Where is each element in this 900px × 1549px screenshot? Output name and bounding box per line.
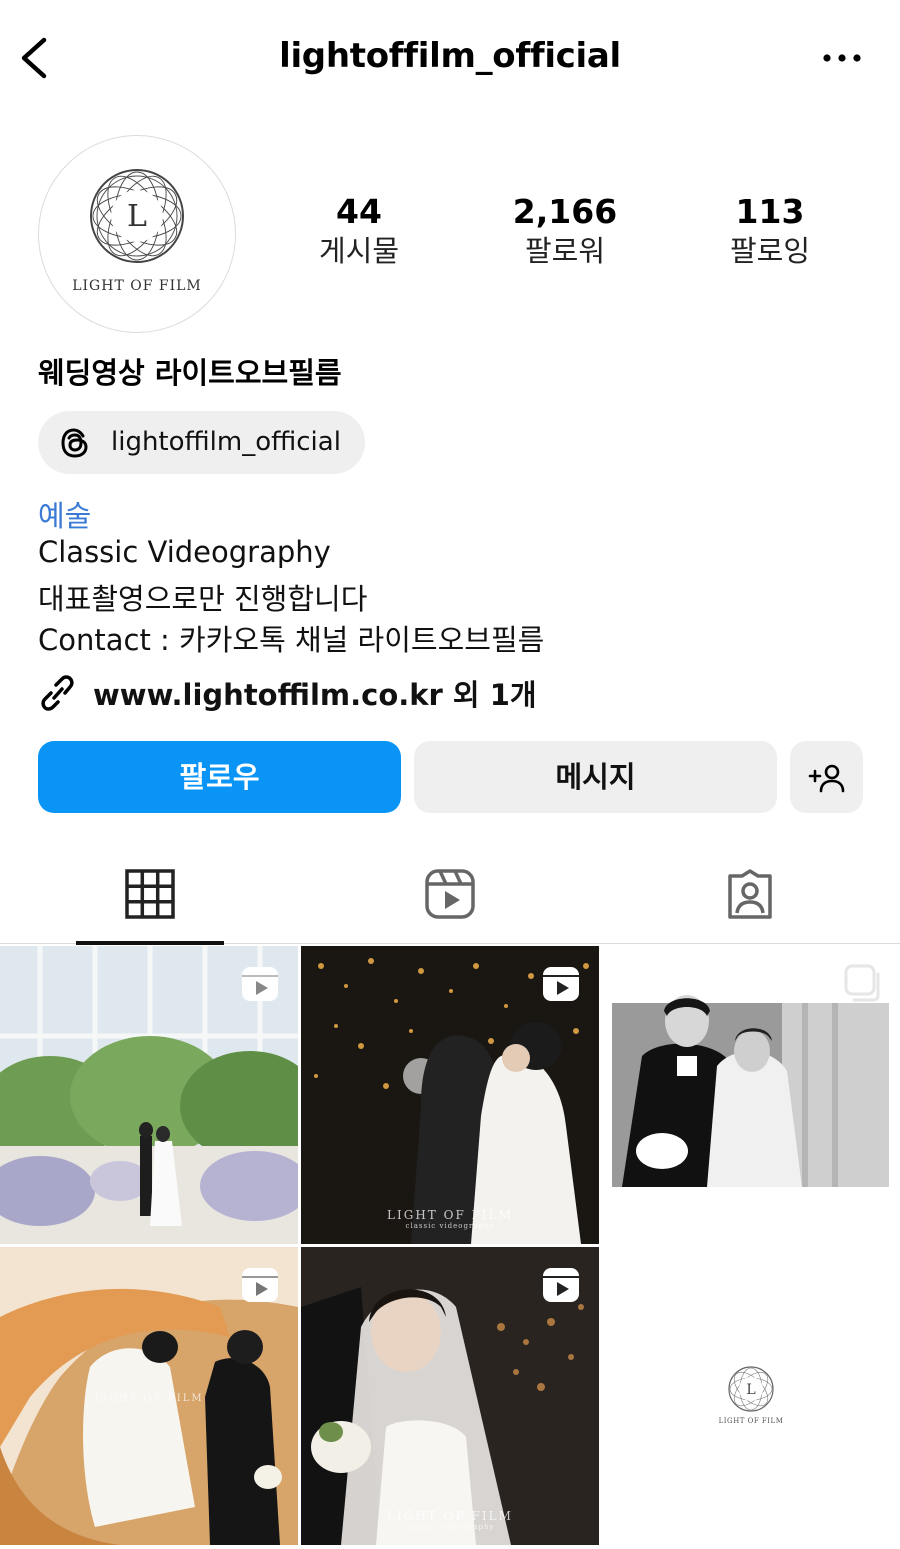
followers-count: 2,166 <box>512 192 618 231</box>
username-title: lightoffilm_official <box>279 36 621 76</box>
website-link-text: www.lightoffilm.co.kr 외 1개 <box>93 678 537 712</box>
post-watermark: LIGHT OF FILM <box>94 1393 204 1404</box>
grid-icon <box>125 869 175 919</box>
add-user-icon <box>808 764 845 793</box>
profile-tabs <box>0 846 900 945</box>
stat-posts[interactable]: 44 게시물 <box>269 192 449 270</box>
post-thumbnail[interactable]: LIGHT OF FILM classic videography <box>301 1247 599 1545</box>
stat-followers[interactable]: 2,166 팔로워 <box>475 192 655 270</box>
message-button[interactable]: 메시지 <box>414 741 777 813</box>
posts-label: 게시물 <box>318 234 400 268</box>
post-thumbnail[interactable]: LIGHT OF FILM <box>0 1247 298 1545</box>
post-thumbnail[interactable] <box>602 946 900 1244</box>
posts-count: 44 <box>336 192 382 231</box>
reels-icon <box>425 869 475 919</box>
category-label[interactable]: 예술 <box>38 493 91 535</box>
threads-icon <box>61 428 88 458</box>
bio-line: Classic Videography <box>38 535 331 569</box>
reel-badge-icon <box>543 1268 579 1302</box>
tab-posts-grid[interactable] <box>75 846 225 945</box>
active-tab-indicator <box>76 941 224 945</box>
post-watermark-sub: classic videography <box>405 1222 495 1230</box>
post-watermark-sub: classic videography <box>405 1523 495 1531</box>
following-label: 팔로잉 <box>729 234 811 268</box>
threads-badge[interactable]: lightoffilm_official <box>38 411 365 474</box>
threads-handle: lightoffilm_official <box>111 427 341 457</box>
tagged-icon <box>728 869 772 919</box>
reel-badge-icon <box>242 967 278 1001</box>
posts-grid: LIGHT OF FILM classic videography LIGHT … <box>0 946 900 1549</box>
add-user-button[interactable] <box>790 741 863 813</box>
link-icon <box>41 675 74 711</box>
tab-tagged[interactable] <box>675 846 825 944</box>
post-thumbnail[interactable] <box>0 946 298 1244</box>
post-watermark: LIGHT OF FILM <box>387 1509 513 1523</box>
bio-line: 대표촬영으로만 진행합니다 <box>38 582 368 616</box>
more-horizontal-icon[interactable] <box>822 48 862 68</box>
post-logo-letter: L <box>746 1382 755 1398</box>
follow-button[interactable]: 팔로우 <box>38 741 401 813</box>
carousel-badge-icon <box>844 964 880 1002</box>
reel-badge-icon <box>543 967 579 1001</box>
post-thumbnail[interactable]: L LIGHT OF FILM <box>602 1247 900 1545</box>
profile-header: lightoffilm_official <box>0 0 900 118</box>
stat-following[interactable]: 113 팔로잉 <box>680 192 860 270</box>
post-watermark: LIGHT OF FILM <box>387 1208 513 1222</box>
display-name: 웨딩영상 라이트오브필름 <box>38 356 342 390</box>
avatar-logo-letter: L <box>127 199 147 234</box>
post-logo-mark: L <box>728 1366 774 1412</box>
bio-line: Contact : 카카오톡 채널 라이트오브필름 <box>38 623 545 657</box>
avatar-logo-mark: L <box>90 169 184 263</box>
followers-label: 팔로워 <box>524 234 606 268</box>
avatar-logo-text: LIGHT OF FILM <box>72 278 202 294</box>
reel-badge-icon <box>242 1268 278 1302</box>
post-thumbnail[interactable]: LIGHT OF FILM classic videography <box>301 946 599 1244</box>
following-count: 113 <box>735 192 805 231</box>
post-logo-text: LIGHT OF FILM <box>718 1417 784 1425</box>
avatar[interactable]: L LIGHT OF FILM <box>38 135 236 333</box>
tab-reels[interactable] <box>375 846 525 944</box>
